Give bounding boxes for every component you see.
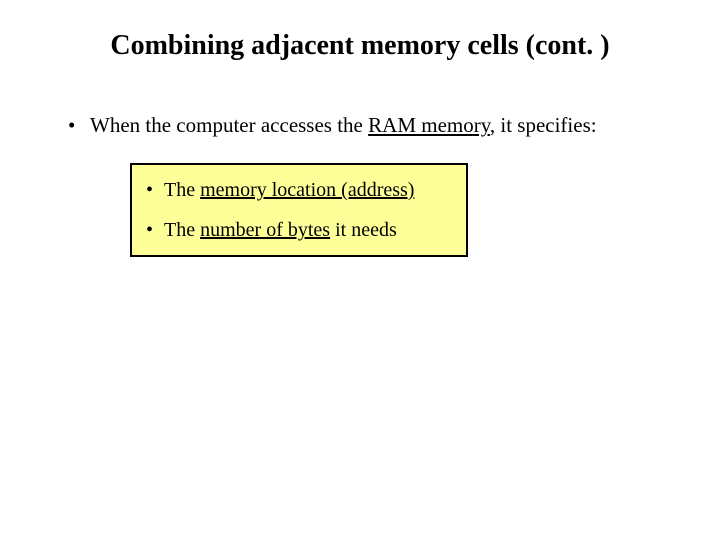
bullet-text-pre: When the computer accesses the bbox=[90, 113, 368, 137]
box-line-1: The memory location (address) bbox=[146, 177, 452, 203]
highlight-box: The memory location (address) The number… bbox=[130, 163, 468, 257]
slide: Combining adjacent memory cells (cont. )… bbox=[0, 0, 720, 540]
bullet-text-post: , it specifies: bbox=[490, 113, 597, 137]
box-line-1-pre: The bbox=[164, 179, 200, 201]
box-line-1-underline: memory location (address) bbox=[200, 179, 414, 201]
box-line-2-pre: The bbox=[164, 219, 200, 241]
slide-title: Combining adjacent memory cells (cont. ) bbox=[0, 30, 720, 62]
bullet-text-ram: RAM memory bbox=[368, 113, 490, 137]
box-line-2: The number of bytes it needs bbox=[146, 217, 452, 243]
box-line-2-post: it needs bbox=[330, 219, 397, 241]
bullet-main: When the computer accesses the RAM memor… bbox=[68, 112, 670, 139]
box-line-2-underline: number of bytes bbox=[200, 219, 330, 241]
